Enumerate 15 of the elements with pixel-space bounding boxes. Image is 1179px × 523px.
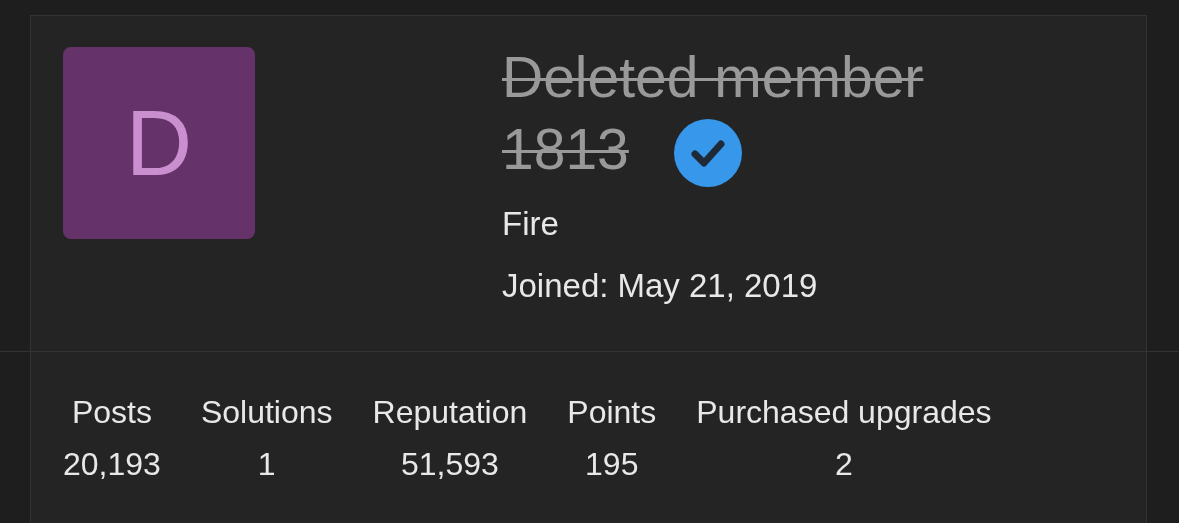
- joined-date: May 21, 2019: [617, 267, 818, 305]
- member-name[interactable]: Deleted member 1813: [502, 41, 942, 185]
- stat-value: 20,193: [63, 445, 161, 484]
- member-title: Fire: [502, 205, 560, 243]
- stat-label: Solutions: [200, 393, 333, 432]
- stat-value: 195: [585, 445, 639, 484]
- stat-label: Reputation: [372, 393, 528, 432]
- joined-label: Joined:: [502, 267, 609, 305]
- avatar[interactable]: D: [63, 47, 255, 239]
- stat-label: Points: [567, 393, 657, 432]
- stat-value: 1: [257, 445, 276, 484]
- stat-value: 51,593: [400, 445, 499, 484]
- stat-label: Purchased upgrades: [696, 393, 992, 432]
- stat-label: Posts: [71, 393, 152, 432]
- stat-value: 2: [835, 445, 853, 484]
